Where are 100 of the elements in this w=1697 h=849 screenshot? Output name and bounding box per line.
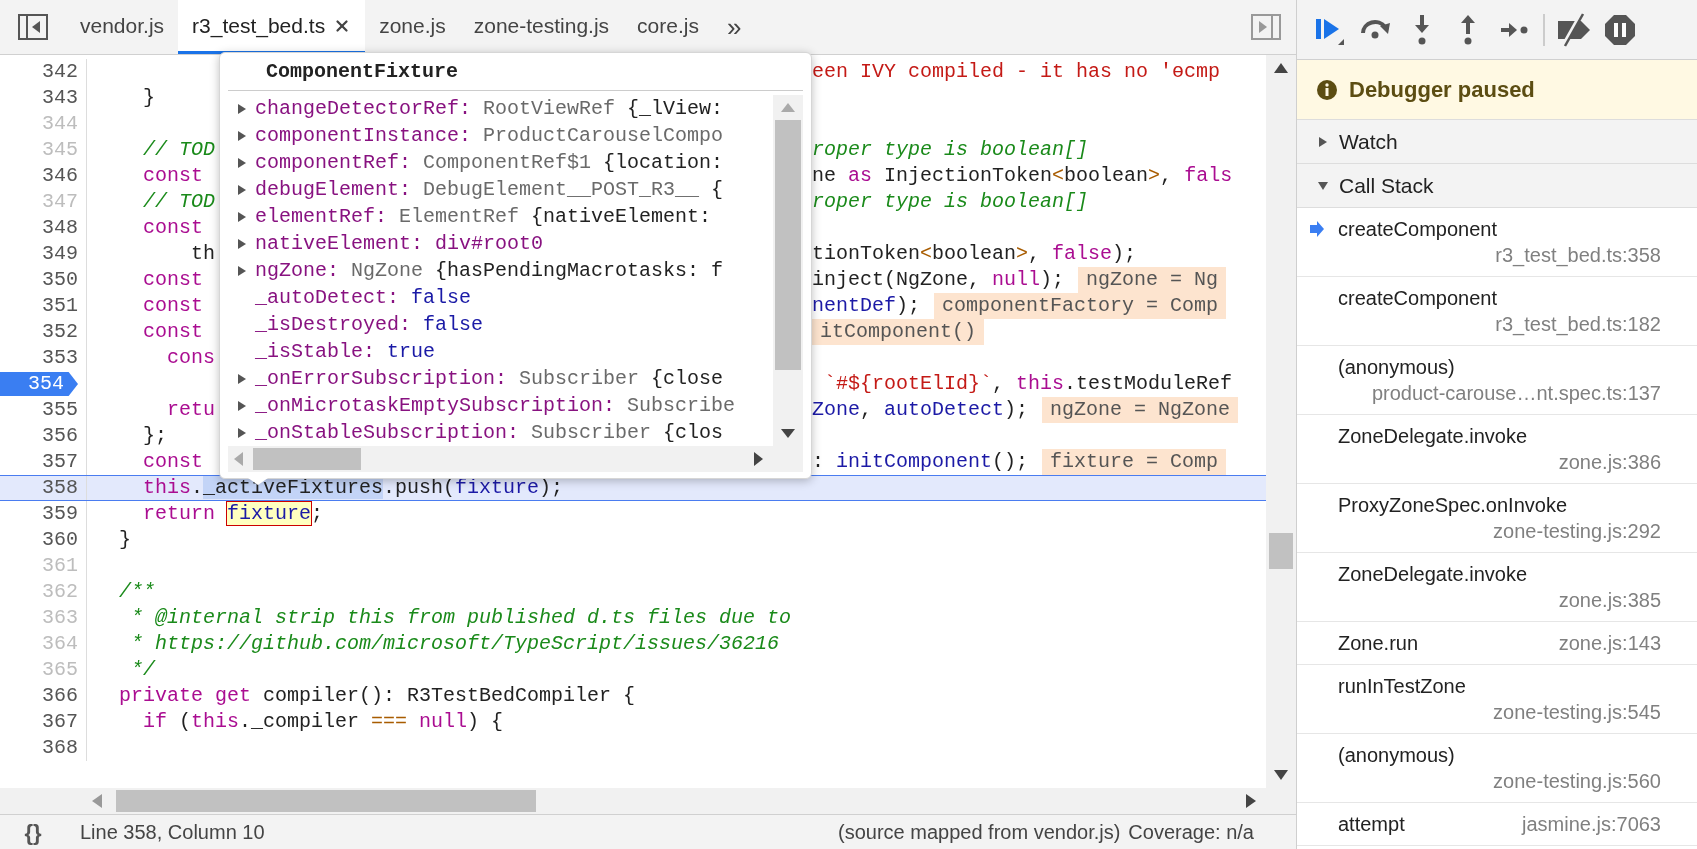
- frame-location: zone.js:386: [1558, 450, 1661, 475]
- line-number[interactable]: 349: [42, 241, 78, 267]
- frame-location: jasmine.js:7063: [1522, 812, 1661, 837]
- vertical-scrollbar[interactable]: [773, 95, 803, 446]
- banner-text: Debugger paused: [1349, 76, 1535, 104]
- line-number[interactable]: 355: [42, 397, 78, 423]
- cursor-position: Line 358, Column 10: [80, 820, 265, 845]
- horizontal-scrollbar[interactable]: [228, 446, 803, 472]
- vertical-scrollbar[interactable]: [1266, 55, 1296, 788]
- section-header[interactable]: Call Stack: [1297, 164, 1697, 208]
- file-tab[interactable]: zone.js: [365, 0, 460, 54]
- scroll-right-icon[interactable]: [754, 452, 763, 466]
- more-tabs-button[interactable]: »: [712, 0, 756, 54]
- code-text: retu: [166, 397, 216, 423]
- scroll-down-icon[interactable]: [1274, 770, 1288, 780]
- tab-label: r3_test_bed.ts: [192, 12, 326, 40]
- collapsed-triangle-icon: [235, 399, 248, 412]
- collapsed-triangle-icon: [235, 264, 248, 277]
- expanded-triangle-icon: [1317, 179, 1329, 192]
- line-number[interactable]: 366: [42, 683, 78, 709]
- call-frame[interactable]: createComponent r3_test_bed.ts:182: [1297, 277, 1697, 346]
- section-header[interactable]: Watch: [1297, 120, 1697, 164]
- horizontal-scrollbar[interactable]: [0, 788, 1296, 814]
- frame-name: (anonymous): [1338, 355, 1455, 380]
- call-frame[interactable]: ZoneDelegate.invoke zone.js:385: [1297, 553, 1697, 622]
- tab-label: core.js: [637, 12, 699, 39]
- code-text: tionToken<boolean>, false);: [812, 241, 1137, 267]
- call-frame[interactable]: runInTestZone zone-testing.js:545: [1297, 665, 1697, 734]
- code-text: private get compiler(): R3TestBedCompiler {: [118, 683, 636, 709]
- scrollbar-thumb[interactable]: [775, 120, 801, 370]
- line-number[interactable]: 357: [42, 449, 78, 475]
- line-number[interactable]: 352: [42, 319, 78, 345]
- call-frame[interactable]: ZoneDelegate.invoke zone.js:386: [1297, 415, 1697, 484]
- code-text: if (this._compiler === null) {: [142, 709, 504, 735]
- collapsed-triangle-icon: [1317, 135, 1329, 148]
- code-text: nentDef);: [812, 293, 921, 319]
- code-text: }: [142, 85, 155, 111]
- breakpoint-marker[interactable]: 354: [0, 372, 78, 396]
- frame-name: attempt: [1338, 812, 1405, 837]
- collapsed-triangle-icon: [235, 183, 248, 196]
- file-tab[interactable]: r3_test_bed.ts: [178, 0, 366, 54]
- collapsed-triangle-icon: [235, 156, 248, 169]
- call-frame[interactable]: Zone.run zone.js:143: [1297, 622, 1697, 665]
- line-number[interactable]: 359: [42, 501, 78, 527]
- file-tab[interactable]: core.js: [623, 0, 713, 54]
- code-text: een IVY compiled - it has no 'ɵcmp: [812, 59, 1221, 85]
- line-number[interactable]: 368: [42, 735, 78, 761]
- line-number[interactable]: 358: [42, 475, 78, 501]
- line-number[interactable]: 367: [42, 709, 78, 735]
- frame-location: r3_test_bed.ts:358: [1495, 243, 1661, 268]
- property-text: _isDestroyed: false: [255, 311, 484, 338]
- call-frame[interactable]: attempt jasmine.js:7063: [1297, 803, 1697, 846]
- call-frame[interactable]: ProxyZoneSpec.onInvoke zone-testing.js:292: [1297, 484, 1697, 553]
- file-tab[interactable]: zone-testing.js: [459, 0, 624, 54]
- tab-label: zone-testing.js: [473, 12, 610, 39]
- line-number[interactable]: 343: [42, 85, 78, 111]
- code-text: : initComponent();: [812, 449, 1029, 475]
- source-map-info: (source mapped from vendor.js): [838, 820, 1121, 845]
- section-title: Call Stack: [1339, 172, 1434, 199]
- scroll-right-icon[interactable]: [1246, 794, 1256, 808]
- collapsed-triangle-icon: [235, 237, 248, 250]
- line-number[interactable]: 353: [42, 345, 78, 371]
- scrollbar-thumb[interactable]: [116, 790, 536, 812]
- line-number[interactable]: 342: [42, 59, 78, 85]
- scrollbar-thumb[interactable]: [253, 448, 361, 470]
- frame-name: createComponent: [1338, 217, 1497, 242]
- scroll-down-icon[interactable]: [781, 429, 795, 438]
- frame-name: ZoneDelegate.invoke: [1338, 562, 1527, 587]
- inline-value: ngZone = Ng: [1078, 267, 1227, 293]
- popover-title: ComponentFixture: [228, 53, 803, 91]
- code-text: // TOD: [142, 137, 216, 163]
- code-text: const: [142, 319, 204, 345]
- code-text: const: [142, 215, 204, 241]
- call-frame[interactable]: (anonymous) product-carouse…nt.spec.ts:137: [1297, 346, 1697, 415]
- line-number[interactable]: 351: [42, 293, 78, 319]
- line-number[interactable]: 356: [42, 423, 78, 449]
- call-frame[interactable]: (anonymous) zone-testing.js:560: [1297, 734, 1697, 803]
- frame-name: Zone.run: [1338, 631, 1419, 656]
- scroll-up-icon[interactable]: [1274, 63, 1288, 73]
- code-text: };: [142, 423, 167, 449]
- frame-location: zone-testing.js:292: [1493, 519, 1661, 544]
- frame-name: (anonymous): [1338, 743, 1455, 768]
- file-tab[interactable]: vendor.js: [66, 0, 179, 54]
- collapsed-triangle-icon: [235, 372, 248, 385]
- inline-value: fixture = Comp: [1042, 449, 1227, 475]
- collapsed-triangle-icon: [235, 426, 248, 439]
- collapsed-triangle-icon: [235, 102, 248, 115]
- line-number[interactable]: 348: [42, 215, 78, 241]
- line-number[interactable]: 360: [42, 527, 78, 553]
- code-text: /**: [118, 579, 155, 605]
- scrollbar-thumb[interactable]: [1269, 533, 1293, 569]
- call-frame[interactable]: createComponent r3_test_bed.ts:358: [1297, 208, 1697, 277]
- frame-name: createComponent: [1338, 286, 1497, 311]
- line-number[interactable]: 346: [42, 163, 78, 189]
- frame-name: runInTestZone: [1338, 674, 1466, 699]
- line-number[interactable]: 350: [42, 267, 78, 293]
- frame-name: ProxyZoneSpec.onInvoke: [1338, 493, 1568, 518]
- frame-location: zone.js:143: [1558, 631, 1661, 656]
- coverage-info: Coverage: n/a: [1128, 820, 1254, 845]
- pretty-print-button[interactable]: {}: [0, 815, 66, 849]
